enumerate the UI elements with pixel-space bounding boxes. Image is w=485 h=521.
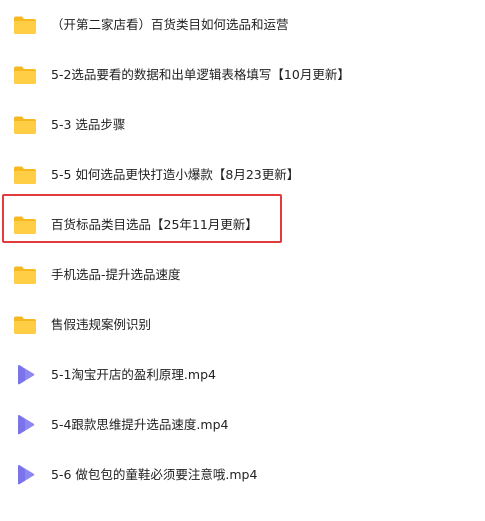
list-item-video[interactable]: 5-4跟款思维提升选品速度.mp4 <box>0 400 485 450</box>
list-item-folder[interactable]: 5-3 选品步骤 <box>0 100 485 150</box>
folder-icon <box>14 316 36 334</box>
list-item-video[interactable]: 5-1淘宝开店的盈利原理.mp4 <box>0 350 485 400</box>
item-name: 5-5 如何选品更快打造小爆款【8月23更新】 <box>51 167 300 182</box>
folder-icon <box>14 166 36 184</box>
item-name: 5-1淘宝开店的盈利原理.mp4 <box>51 367 216 382</box>
item-name: 5-2选品要看的数据和出单逻辑表格填写【10月更新】 <box>51 67 350 82</box>
list-item-folder-highlighted[interactable]: 百货标品类目选品【25年11月更新】 <box>0 200 485 250</box>
list-item-folder[interactable]: 5-5 如何选品更快打造小爆款【8月23更新】 <box>0 150 485 200</box>
folder-icon <box>14 66 36 84</box>
video-file-icon <box>18 465 35 485</box>
folder-icon <box>14 116 36 134</box>
list-item-folder[interactable]: （开第二家店看）百货类目如何选品和运营 <box>0 0 485 50</box>
list-item-video[interactable]: 5-6 做包包的童鞋必须要注意哦.mp4 <box>0 450 485 500</box>
item-name: 百货标品类目选品【25年11月更新】 <box>51 217 258 232</box>
item-name: 5-3 选品步骤 <box>51 117 126 132</box>
video-file-icon <box>18 365 35 385</box>
list-item-folder[interactable]: 手机选品-提升选品速度 <box>0 250 485 300</box>
list-item-folder[interactable]: 5-2选品要看的数据和出单逻辑表格填写【10月更新】 <box>0 50 485 100</box>
item-name: 售假违规案例识别 <box>51 317 152 332</box>
video-file-icon <box>18 415 35 435</box>
file-list: （开第二家店看）百货类目如何选品和运营 5-2选品要看的数据和出单逻辑表格填写【… <box>0 0 485 521</box>
list-item-folder[interactable]: 售假违规案例识别 <box>0 300 485 350</box>
item-name: （开第二家店看）百货类目如何选品和运营 <box>51 17 289 32</box>
item-name: 手机选品-提升选品速度 <box>51 267 181 282</box>
folder-icon <box>14 266 36 284</box>
item-name: 5-4跟款思维提升选品速度.mp4 <box>51 417 229 432</box>
folder-icon <box>14 216 36 234</box>
folder-icon <box>14 16 36 34</box>
item-name: 5-6 做包包的童鞋必须要注意哦.mp4 <box>51 467 258 482</box>
